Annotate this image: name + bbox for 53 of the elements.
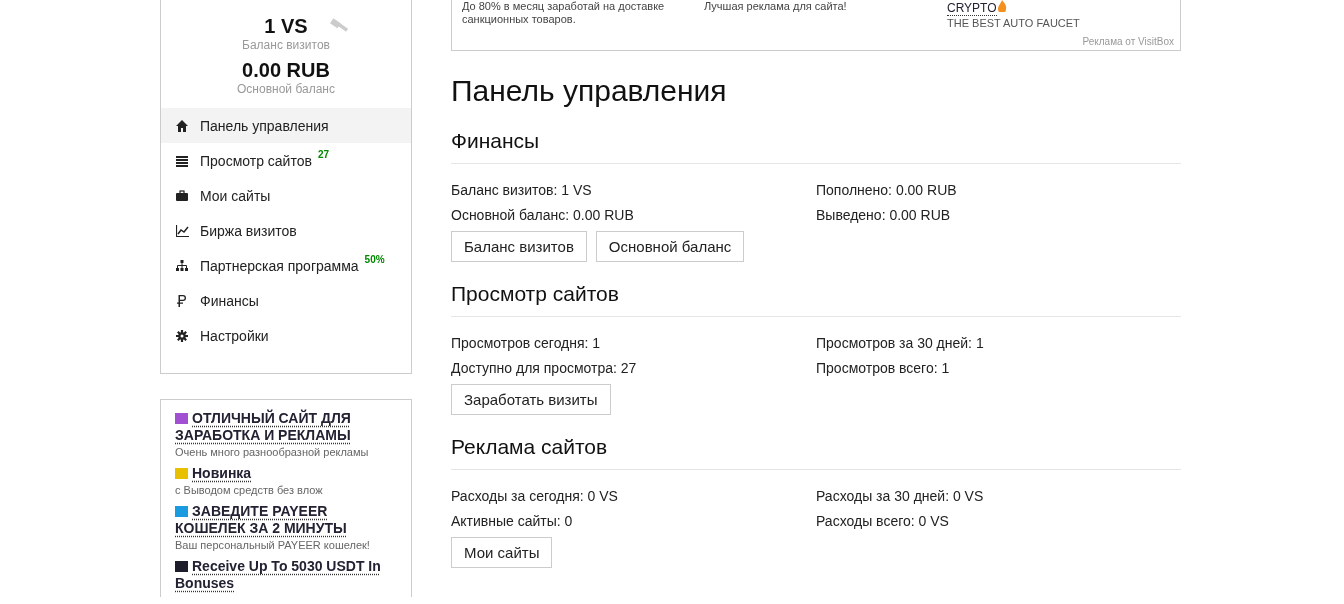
balance-value: 1 VS	[264, 14, 308, 38]
nav-item[interactable]: Биржа визитов	[161, 213, 411, 248]
gear-icon	[176, 328, 189, 343]
stat-text: Основной баланс: 0.00 RUB	[451, 206, 635, 225]
stat-text: Доступно для просмотра: 27	[451, 359, 638, 378]
action-button[interactable]: Основной баланс	[595, 231, 745, 262]
stat-text: Просмотров за 30 дней: 1	[816, 334, 985, 353]
list-icon	[176, 153, 189, 168]
ad-link[interactable]: Новинка	[175, 465, 252, 482]
ad-credit: Реклама от VisitBox	[1082, 36, 1174, 47]
action-button[interactable]: Баланс визитов	[451, 231, 587, 262]
stat-text: Активные сайты: 0	[451, 512, 574, 531]
nav-item[interactable]: Финансы	[161, 283, 411, 318]
stat-text: Выведено: 0.00 RUB	[816, 206, 952, 225]
stat-text: Расходы всего: 0 VS	[816, 512, 950, 531]
flame-icon	[996, 0, 1007, 12]
ad-link[interactable]: Receive Up To 5030 USDT In Bonuses	[175, 558, 397, 592]
nav-item[interactable]: Настройки	[161, 318, 411, 353]
briefcase-icon	[176, 188, 189, 203]
stat-text: Расходы за 30 дней: 0 VS	[816, 487, 985, 506]
section-heading: Финансы	[451, 128, 1181, 164]
nav-item[interactable]: Мои сайты	[161, 178, 411, 213]
count-label: 50%	[364, 254, 385, 265]
section-heading: Просмотр сайтов	[451, 281, 1181, 317]
ad-description: Очень много разнообразной рекламы	[175, 445, 370, 460]
ad-link[interactable]: ОТЛИЧНЫЙ САЙТ ДЛЯ ЗАРАБОТКА И РЕКЛАМЫ	[175, 410, 397, 444]
stat-text: Просмотров сегодня: 1	[451, 334, 602, 353]
ad-description: с Выводом средств без влож	[175, 483, 324, 498]
balance-label: Баланс визитов	[242, 38, 330, 52]
stat-text: Пополнено: 0.00 RUB	[816, 181, 958, 200]
balance-label: Основной баланс	[237, 82, 335, 96]
section-heading: Реклама сайтов	[451, 434, 1181, 470]
action-button[interactable]: Мои сайты	[451, 537, 553, 568]
stat-text: Баланс визитов: 1 VS	[451, 181, 593, 200]
ad-link[interactable]: CRYPTO	[947, 1, 997, 16]
ad-text: THE BEST AUTO FAUCET	[947, 17, 1081, 30]
nav-item[interactable]: Панель управления	[161, 108, 411, 143]
stat-text: Расходы за сегодня: 0 VS	[451, 487, 619, 506]
ruble-icon	[176, 293, 189, 308]
count-label: 27	[317, 149, 330, 160]
ad-link[interactable]: ЗАВЕДИТЕ PAYEER КОШЕЛЕК ЗА 2 МИНУТЫ	[175, 503, 397, 537]
action-button[interactable]: Заработать визиты	[451, 384, 611, 415]
balance-value: 0.00 RUB	[242, 58, 330, 82]
nav-item[interactable]: Просмотр сайтов $^{27}$	[161, 143, 411, 178]
sitemap-icon	[176, 258, 189, 273]
home-icon	[176, 118, 189, 133]
ad-text: До 80% в месяц заработай на доставке санкционных товаров.	[462, 0, 665, 25]
chart-icon	[176, 223, 189, 238]
page-title: Панель управления	[451, 73, 728, 109]
nav-item[interactable]: Партнерская программа $^{50%}$	[161, 248, 411, 283]
ad-text: Лучшая реклама для сайта!	[704, 0, 847, 12]
stat-text: Просмотров всего: 1	[816, 359, 951, 378]
ad-description: Ваш персональный PAYEER кошелек!	[175, 538, 371, 553]
